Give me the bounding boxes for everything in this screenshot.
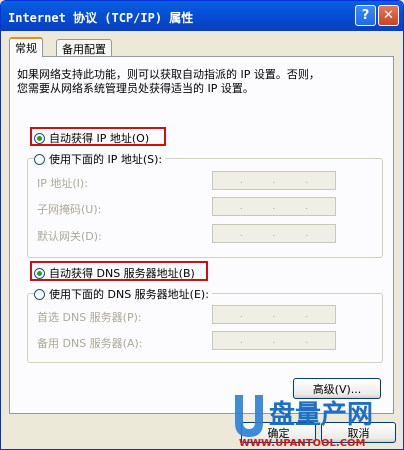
ip-dot: . bbox=[239, 335, 243, 346]
default-gateway-label: 默认网关(D): bbox=[37, 230, 102, 243]
dialog-window: Internet 协议 (TCP/IP) 属性 ? ✕ 常规 备用配置 如果网络… bbox=[0, 0, 404, 450]
default-gateway-field[interactable]: ... bbox=[212, 224, 336, 243]
radio-manual-dns[interactable]: 使用下面的 DNS 服务器地址(E): bbox=[34, 286, 212, 302]
description-line: 您需要从网络系统管理员处获得适当的 IP 设置。 bbox=[17, 82, 254, 95]
radio-selected-icon bbox=[34, 132, 45, 144]
ip-dot: . bbox=[272, 335, 276, 346]
ip-dot: . bbox=[305, 309, 309, 320]
subnet-mask-field[interactable]: ... bbox=[212, 197, 336, 216]
radio-manual-ip[interactable]: 使用下面的 IP 地址(S): bbox=[34, 151, 166, 167]
ip-dot: . bbox=[239, 201, 243, 212]
ip-address-label: IP 地址(I): bbox=[37, 177, 88, 190]
radio-auto-dns-label: 自动获得 DNS 服务器地址(B) bbox=[49, 267, 195, 280]
radio-manual-ip-label: 使用下面的 IP 地址(S): bbox=[49, 153, 163, 166]
ip-dot: . bbox=[305, 201, 309, 212]
radio-manual-dns-label: 使用下面的 DNS 服务器地址(E): bbox=[49, 288, 209, 301]
preferred-dns-label: 首选 DNS 服务器(P): bbox=[37, 311, 142, 324]
ip-dot: . bbox=[305, 228, 309, 239]
watermark-url: WWW.UPANTOOL.COM bbox=[239, 438, 366, 449]
watermark-brand: 盘量产网 bbox=[269, 399, 373, 430]
radio-unselected-icon bbox=[34, 288, 45, 300]
ip-dot: . bbox=[272, 175, 276, 186]
radio-unselected-icon bbox=[34, 153, 45, 165]
ip-dot: . bbox=[305, 335, 309, 346]
ip-dot: . bbox=[239, 309, 243, 320]
ip-dot: . bbox=[239, 175, 243, 186]
ip-dot: . bbox=[272, 201, 276, 212]
tab-alternate-config[interactable]: 备用配置 bbox=[56, 39, 112, 56]
description-line: 如果网络支持此功能，则可以获取自动指派的 IP 设置。否则， bbox=[17, 68, 320, 81]
window-title: Internet 协议 (TCP/IP) 属性 bbox=[8, 11, 194, 25]
ip-dot: . bbox=[239, 228, 243, 239]
ip-dot: . bbox=[305, 175, 309, 186]
radio-auto-ip-label: 自动获得 IP 地址(O) bbox=[49, 132, 150, 145]
radio-selected-icon bbox=[34, 267, 45, 279]
description-text: 如果网络支持此功能，则可以获取自动指派的 IP 设置。否则， 您需要从网络系统管… bbox=[17, 68, 387, 96]
watermark-logo-icon: 盘量产网 WWW.UPANTOOL.COM bbox=[235, 395, 373, 449]
close-icon: ✕ bbox=[383, 8, 394, 23]
watermark: 盘量产网 WWW.UPANTOOL.COM bbox=[231, 389, 403, 449]
preferred-dns-field[interactable]: ... bbox=[212, 305, 336, 324]
dns-group-box bbox=[27, 293, 383, 363]
ip-dot: . bbox=[272, 228, 276, 239]
subnet-mask-label: 子网掩码(U): bbox=[37, 203, 102, 216]
help-button[interactable]: ? bbox=[355, 5, 376, 26]
ip-dot: . bbox=[272, 309, 276, 320]
radio-auto-ip[interactable]: 自动获得 IP 地址(O) bbox=[34, 130, 149, 146]
alternate-dns-field[interactable]: ... bbox=[212, 331, 336, 350]
title-bar[interactable]: Internet 协议 (TCP/IP) 属性 ? ✕ bbox=[1, 1, 403, 31]
tab-general[interactable]: 常规 bbox=[9, 37, 43, 57]
alternate-dns-label: 备用 DNS 服务器(A): bbox=[37, 337, 143, 350]
help-icon: ? bbox=[361, 8, 370, 23]
close-button[interactable]: ✕ bbox=[378, 5, 399, 26]
ip-address-field[interactable]: ... bbox=[212, 171, 336, 190]
radio-auto-dns[interactable]: 自动获得 DNS 服务器地址(B) bbox=[34, 265, 195, 281]
